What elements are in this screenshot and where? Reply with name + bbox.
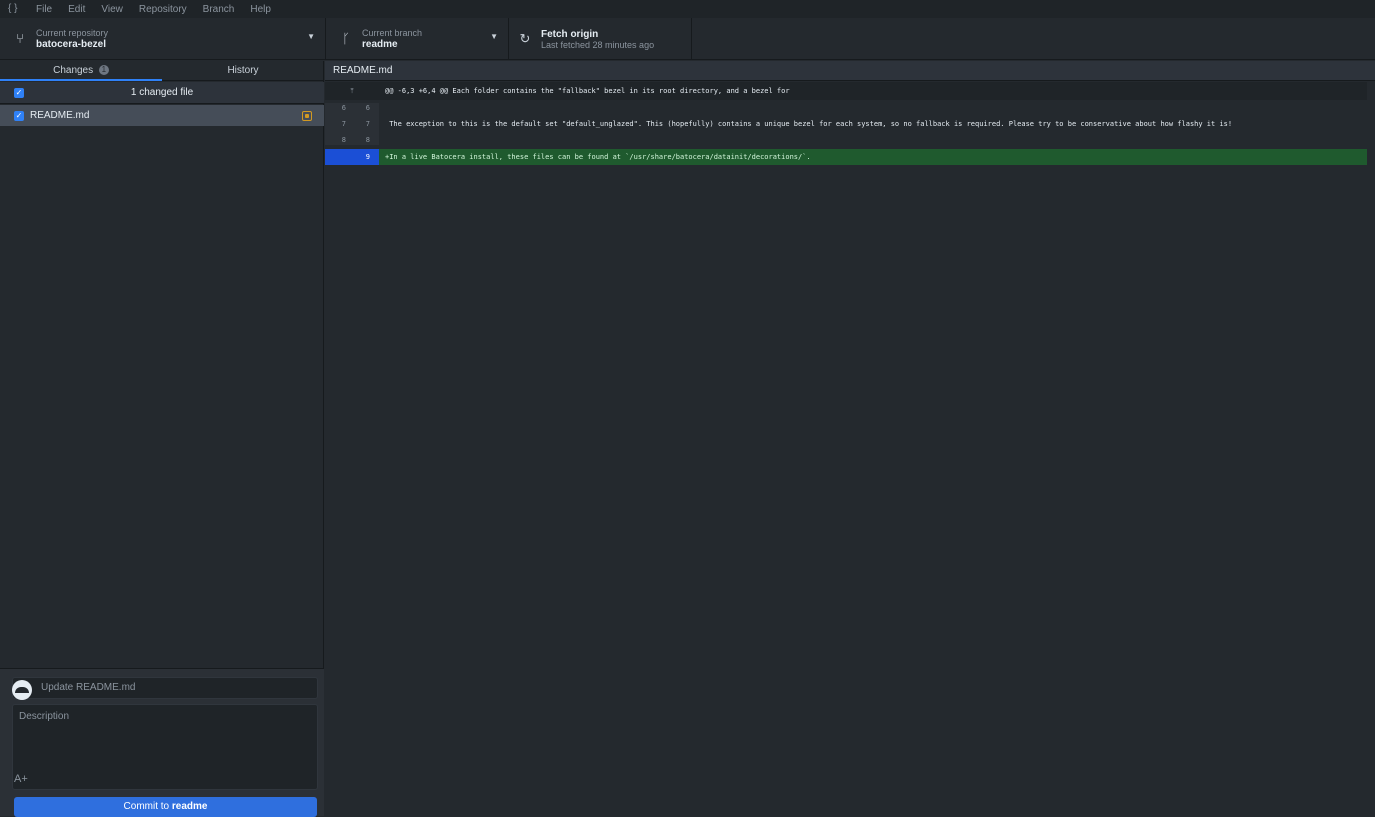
tab-changes[interactable]: Changes 1 (0, 61, 162, 81)
current-branch-label: Current branch (362, 28, 423, 38)
current-repository-value: batocera-bezel (36, 39, 107, 50)
diff-line-added[interactable]: 9 +In a live Batocera install, these fil… (325, 149, 1367, 165)
select-all-checkbox[interactable]: ✓ (14, 87, 24, 98)
diff-line: 88 (325, 135, 1367, 145)
diff-line-text: +In a live Batocera install, these files… (385, 153, 811, 161)
repo-icon: ⑂ (16, 31, 24, 46)
changed-files-count: 1 changed file (130, 87, 194, 98)
hunk-header-text: @@ -6,3 +6,4 @@ Each folder contains the… (385, 87, 790, 95)
modified-icon (302, 110, 312, 121)
diff-line: 7 7 The exception to this is the default … (325, 113, 1367, 135)
current-branch-value: readme (362, 39, 398, 50)
old-line-number (325, 149, 349, 165)
expand-up-icon[interactable]: ⤒ (325, 82, 379, 100)
old-line-number: 8 (341, 136, 346, 144)
new-line-number: 8 (365, 136, 370, 144)
list-item[interactable]: ✓ README.md (0, 105, 324, 126)
file-name: README.md (30, 110, 90, 121)
new-line-number: 9 (365, 153, 370, 161)
commit-form: Update README.md Description A+ Commit t… (0, 668, 324, 817)
diff-file-title: README.md (325, 61, 1375, 81)
diff-line-text: The exception to this is the default set… (385, 120, 1233, 128)
toolbar: ⑂ Current repository batocera-bezel ▼ ᚴ … (0, 18, 1375, 60)
changes-sidebar: Changes 1 History ✓ 1 changed file ✓ REA… (0, 61, 324, 817)
tab-history-label: History (227, 65, 259, 76)
changed-files-header: ✓ 1 changed file (0, 82, 324, 104)
menu-view[interactable]: View (101, 4, 123, 15)
chevron-down-icon: ▼ (490, 32, 498, 41)
file-checkbox[interactable]: ✓ (14, 110, 24, 121)
tab-history[interactable]: History (162, 61, 324, 80)
avatar (12, 680, 32, 700)
sync-icon: ↻ (519, 31, 531, 46)
branch-icon: ᚴ (342, 31, 350, 46)
new-line-number: 6 (365, 104, 370, 112)
app-logo-icon: { } (8, 3, 18, 14)
hunk-header: ⤒ @@ -6,3 +6,4 @@ Each folder contains t… (325, 82, 1367, 100)
current-repository-label: Current repository (36, 28, 109, 38)
menu-repository[interactable]: Repository (139, 4, 187, 15)
last-fetched-text: Last fetched 28 minutes ago (541, 39, 655, 50)
old-line-number: 7 (341, 120, 346, 128)
commit-description-input[interactable]: Description (12, 704, 318, 790)
current-repository-button[interactable]: ⑂ Current repository batocera-bezel ▼ (0, 18, 326, 60)
commit-summary-input[interactable]: Update README.md (12, 677, 318, 699)
tab-changes-label: Changes (53, 65, 94, 76)
diff-line-text (379, 135, 1367, 145)
commit-button[interactable]: Commit to readme (14, 797, 317, 817)
menu-file[interactable]: File (36, 4, 52, 15)
diff-line-text (379, 103, 1367, 113)
sidebar-tabs: Changes 1 History (0, 61, 324, 81)
new-line-number: 7 (365, 120, 370, 128)
current-branch-button[interactable]: ᚴ Current branch readme ▼ (326, 18, 509, 60)
chevron-down-icon: ▼ (307, 32, 315, 41)
commit-button-branch: readme (171, 801, 208, 812)
fetch-origin-label: Fetch origin (541, 28, 599, 40)
fetch-origin-button[interactable]: ↻ Fetch origin Last fetched 28 minutes a… (509, 18, 692, 60)
old-line-number: 6 (341, 104, 346, 112)
diff-view: README.md ⤒ @@ -6,3 +6,4 @@ Each folder … (325, 61, 1375, 816)
changes-count-badge: 1 (98, 65, 109, 76)
menu-branch[interactable]: Branch (203, 4, 235, 15)
menu-bar: { } File Edit View Repository Branch Hel… (0, 0, 1375, 18)
menu-edit[interactable]: Edit (68, 4, 85, 15)
commit-button-prefix: Commit to (123, 801, 172, 812)
diff-line: 66 (325, 103, 1367, 113)
add-coauthor-icon[interactable]: A+ (14, 773, 28, 785)
menu-help[interactable]: Help (250, 4, 271, 15)
